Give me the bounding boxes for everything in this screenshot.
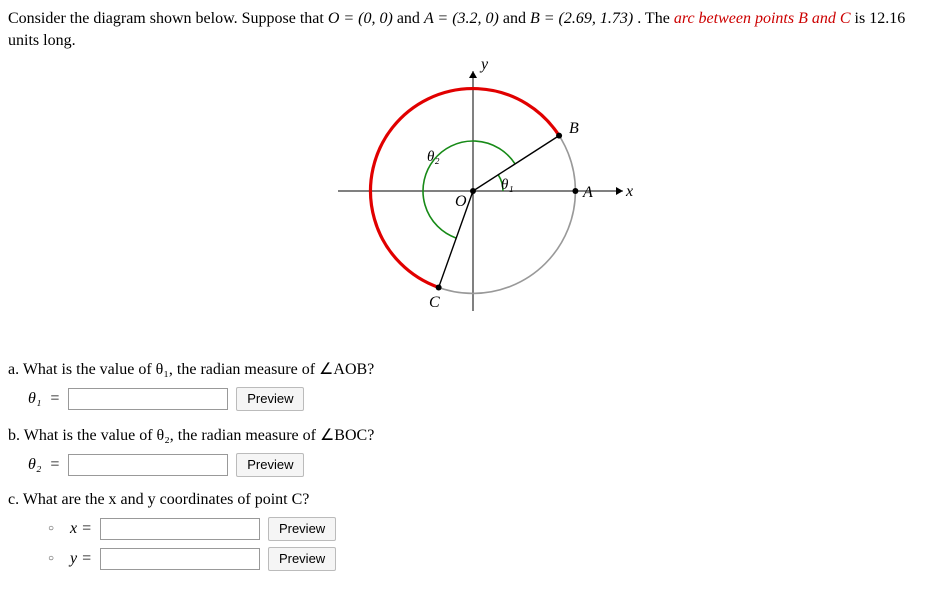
O-expr: O = (0, 0) [328,10,393,27]
period: . The [637,10,674,27]
theta2-input[interactable] [68,454,228,476]
problem-prefix: Consider the diagram shown below. Suppos… [8,10,328,27]
problem-statement: Consider the diagram shown below. Suppos… [8,8,937,53]
theta2-label: θ₂ = [28,456,60,474]
and2: and [503,10,530,27]
arc-phrase: arc between points B and C [674,10,851,27]
label-y: y [479,61,489,73]
part-a-text: a. What is the value of θ₁, the radian m… [8,361,374,378]
label-A: A [582,184,593,201]
x-label: x = [70,520,92,538]
theta1-input[interactable] [68,388,228,410]
question-b: b. What is the value of θ₂, the radian m… [8,425,937,477]
label-B: B [569,120,579,137]
preview-button-cx[interactable]: Preview [268,517,336,541]
label-theta2: θ₂ [427,149,440,165]
x-input[interactable] [100,518,260,540]
and1: and [397,10,424,27]
c-y-row: y = Preview [48,547,937,571]
question-c: c. What are the x and y coordinates of p… [8,491,937,571]
part-b-text: b. What is the value of θ₂, the radian m… [8,427,374,444]
label-x: x [625,183,633,200]
B-expr: B = (2.69, 1.73) [530,10,633,27]
diagram: y x O A B C θ₁ θ₂ [8,61,937,341]
preview-button-cy[interactable]: Preview [268,547,336,571]
y-input[interactable] [100,548,260,570]
A-expr: A = (3.2, 0) [424,10,499,27]
question-a: a. What is the value of θ₁, the radian m… [8,359,937,411]
theta1-label: θ₁ = [28,390,60,408]
part-c-text: c. What are the x and y coordinates of p… [8,491,309,508]
preview-button-b[interactable]: Preview [236,453,304,477]
label-O: O [455,193,467,210]
y-label: y = [70,550,92,568]
circle-diagram: y x O A B C θ₁ θ₂ [293,61,653,336]
label-theta1: θ₁ [501,177,514,193]
preview-button-a[interactable]: Preview [236,387,304,411]
label-C: C [429,294,440,311]
c-x-row: x = Preview [48,517,937,541]
